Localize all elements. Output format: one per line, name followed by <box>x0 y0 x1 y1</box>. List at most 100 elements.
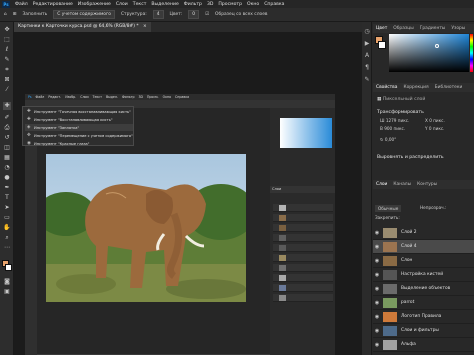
tab-properties[interactable]: Свойства <box>376 85 397 90</box>
layer-row[interactable]: ◉ Логотип Правила <box>373 310 474 324</box>
eye-icon[interactable]: ◉ <box>373 258 381 264</box>
color-field[interactable] <box>389 34 469 72</box>
type-tool-icon[interactable]: T <box>3 194 11 202</box>
flyout-spot-healing[interactable]: ✚ Инструмент "Точечная восстанавливающая… <box>25 108 133 115</box>
hand-tool-icon[interactable]: ✋ <box>3 224 11 232</box>
width-field[interactable]: Ш 1279 пикс. <box>380 118 409 123</box>
crop-tool-icon[interactable]: ⌗ <box>3 66 11 74</box>
frame-tool-icon[interactable]: ⊠ <box>3 76 11 84</box>
menu-window[interactable]: Окно <box>247 2 259 7</box>
brush-tool-icon[interactable]: ✐ <box>3 114 11 122</box>
eye-icon[interactable]: ◉ <box>373 286 381 292</box>
menu-edit[interactable]: Редактирование <box>33 2 73 7</box>
marquee-tool-icon[interactable]: ⬚ <box>3 36 11 44</box>
color-input[interactable]: 0 <box>188 10 200 19</box>
flyout-red-eye[interactable]: ◉ Инструмент "Красные глаза" <box>25 140 133 147</box>
layer-row[interactable]: ◉ Слои и фильтры <box>373 324 474 338</box>
fill-label: Заполнить <box>22 12 48 17</box>
eye-icon[interactable]: ◉ <box>373 300 381 306</box>
embedded-menu-item: 3D <box>138 95 144 99</box>
brush-settings-icon[interactable]: ✎ <box>363 76 371 84</box>
angle-field[interactable]: ↻ 0,00° <box>380 137 396 142</box>
move-tool-icon[interactable]: ✥ <box>3 26 11 34</box>
layer-row[interactable]: ◉ Настройка кистей <box>373 268 474 282</box>
y-field[interactable]: Y 0 пикс. <box>425 126 445 131</box>
menu-select[interactable]: Выделение <box>151 2 178 7</box>
eye-icon[interactable]: ◉ <box>373 272 381 278</box>
embedded-color-picker <box>280 118 332 148</box>
flyout-content-aware-move[interactable]: ✥ Инструмент "Перемещение с учетом содер… <box>25 132 133 139</box>
more-tools-icon[interactable]: ⋯ <box>3 244 11 252</box>
color-picker-cursor[interactable] <box>435 44 439 48</box>
path-select-icon[interactable]: ➤ <box>3 204 11 212</box>
tab-paths[interactable]: Контуры <box>417 182 437 187</box>
document-tab[interactable]: Картинки к Карточки курса.psd @ 64,6% (R… <box>14 22 151 32</box>
menu-help[interactable]: Справка <box>264 2 284 7</box>
background-color-swatch[interactable] <box>5 264 12 271</box>
spot-healing-icon: ✚ <box>27 109 31 114</box>
tab-color[interactable]: Цвет <box>376 26 387 31</box>
eye-icon[interactable]: ◉ <box>373 244 381 250</box>
menu-layers[interactable]: Слои <box>116 2 128 7</box>
pixel-layer-label: ▦ Пиксельный слой <box>377 97 425 102</box>
bg-color-chip[interactable] <box>378 41 386 49</box>
eye-icon[interactable]: ◉ <box>373 230 381 236</box>
actions-panel-icon[interactable]: ▶ <box>363 40 371 48</box>
structure-input[interactable]: 4 <box>152 10 164 19</box>
flyout-patch[interactable]: ◈ Инструмент "Заплатка" <box>25 124 133 131</box>
shape-tool-icon[interactable]: ▭ <box>3 214 11 222</box>
tab-patterns[interactable]: Узоры <box>451 26 465 31</box>
hue-slider[interactable] <box>470 34 473 72</box>
pen-tool-icon[interactable]: ✒ <box>3 184 11 192</box>
menu-image[interactable]: Изображение <box>78 2 111 7</box>
dodge-icon[interactable]: ● <box>3 174 11 182</box>
history-panel-icon[interactable]: ◷ <box>363 28 371 36</box>
tab-swatches[interactable]: Образцы <box>393 26 413 31</box>
layer-row-selected[interactable]: ◉ Слой 4 <box>373 240 474 254</box>
tab-gradients[interactable]: Градиенты <box>420 26 446 31</box>
y-value: 0 пикс. <box>428 126 445 131</box>
history-brush-icon[interactable]: ↺ <box>3 134 11 142</box>
quick-select-icon[interactable]: ✎ <box>3 56 11 64</box>
blur-icon[interactable]: ◔ <box>3 164 11 172</box>
menu-view[interactable]: Просмотр <box>218 2 242 7</box>
layer-row[interactable]: ◉ parrot <box>373 296 474 310</box>
stamp-tool-icon[interactable]: ⎙ <box>3 124 11 132</box>
home-icon[interactable]: ⌂ <box>4 12 7 17</box>
menu-3d[interactable]: 3D <box>207 2 213 7</box>
height-field[interactable]: В 900 пикс. <box>380 126 409 131</box>
layer-row[interactable]: ◉ Выделение объектов <box>373 282 474 296</box>
gradient-icon[interactable]: ▦ <box>3 154 11 162</box>
sample-all-checkbox[interactable]: ☑ <box>205 12 209 17</box>
screen-mode-icon[interactable]: ▣ <box>3 288 11 296</box>
healing-tool-icon[interactable]: ✚ <box>3 102 11 110</box>
layer-row[interactable]: ◉ Слон <box>373 254 474 268</box>
character-panel-icon[interactable]: A <box>363 52 371 60</box>
close-tab-icon[interactable]: × <box>143 24 147 29</box>
quick-mask-icon[interactable]: ◙ <box>3 278 11 286</box>
zoom-tool-icon[interactable]: ⌕ <box>3 234 11 242</box>
tab-libraries[interactable]: Библиотеки <box>435 85 463 90</box>
x-field[interactable]: X 0 пикс. <box>425 118 445 123</box>
tab-adjustments[interactable]: Коррекция <box>403 85 428 90</box>
embedded-menu-item: Слои <box>80 95 89 99</box>
eyedropper-icon[interactable]: ⁄ <box>3 86 11 94</box>
menu-filter[interactable]: Фильтр <box>184 2 202 7</box>
eraser-icon[interactable]: ◫ <box>3 144 11 152</box>
flyout-healing-brush[interactable]: ✚ Инструмент "Восстанавливающая кисть" <box>25 116 133 123</box>
elephant-image[interactable] <box>46 154 246 302</box>
layer-row[interactable]: ◉ Слой 2 <box>373 226 474 240</box>
tab-channels[interactable]: Каналы <box>393 182 411 187</box>
patch-tool-icon[interactable]: ⊞ <box>13 12 17 17</box>
layer-row[interactable]: ◉ Альфа <box>373 338 474 352</box>
paragraph-panel-icon[interactable]: ¶ <box>363 64 371 72</box>
lasso-tool-icon[interactable]: ℓ <box>3 46 11 54</box>
menu-text[interactable]: Текст <box>133 2 147 7</box>
fill-select[interactable]: С учетом содержимого <box>53 10 115 19</box>
menu-file[interactable]: Файл <box>15 2 28 7</box>
blend-mode-select[interactable]: Обычные <box>375 205 402 212</box>
eye-icon[interactable]: ◉ <box>373 328 381 334</box>
eye-icon[interactable]: ◉ <box>373 314 381 320</box>
tab-layers[interactable]: Слои <box>376 182 387 187</box>
eye-icon[interactable]: ◉ <box>373 342 381 348</box>
